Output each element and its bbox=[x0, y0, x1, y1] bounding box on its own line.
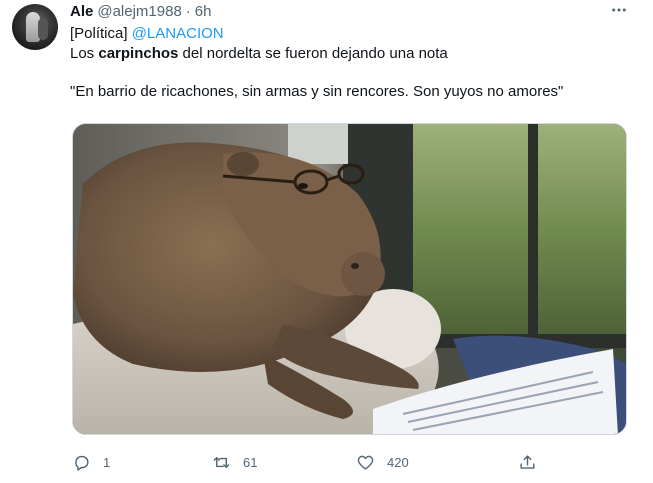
tweet-header: Ale @alejm1988 · 6h bbox=[70, 2, 211, 20]
tweet-line-2-bold: carpinchos bbox=[98, 45, 179, 62]
reply-icon bbox=[75, 455, 89, 471]
tweet-text: [Política] @LANACION Los carpinchos del … bbox=[70, 24, 630, 102]
tweet-tag: [Política] bbox=[70, 25, 132, 42]
like-button[interactable]: 420 bbox=[356, 450, 409, 474]
author-handle[interactable]: @alejm1988 bbox=[97, 3, 181, 20]
tweet-image[interactable] bbox=[72, 123, 627, 435]
tweet-line-2-post: del nordelta se fueron dejando una nota bbox=[178, 45, 448, 62]
like-count: 420 bbox=[387, 454, 409, 470]
capybara-photo bbox=[73, 124, 626, 434]
share-button[interactable] bbox=[518, 450, 549, 474]
separator-dot: · bbox=[185, 2, 191, 20]
like-icon bbox=[357, 455, 374, 470]
author-name[interactable]: Ale bbox=[70, 3, 93, 20]
tweet-time[interactable]: 6h bbox=[195, 3, 212, 20]
retweet-icon bbox=[213, 456, 230, 468]
share-icon bbox=[520, 454, 535, 469]
avatar[interactable] bbox=[12, 4, 58, 50]
reply-button[interactable]: 1 bbox=[72, 450, 110, 474]
tweet-line-1: [Política] @LANACION bbox=[70, 24, 630, 44]
retweet-count: 61 bbox=[243, 454, 258, 470]
tweet-line-3: "En barrio de ricachones, sin armas y si… bbox=[70, 83, 564, 100]
retweet-button[interactable]: 61 bbox=[212, 450, 257, 474]
tweet-actions: 1 61 420 bbox=[72, 450, 552, 474]
tweet[interactable]: Ale @alejm1988 · 6h [Política] @LANACION… bbox=[0, 0, 653, 483]
tweet-line-2: Los carpinchos del nordelta se fueron de… bbox=[70, 44, 630, 64]
mention-link[interactable]: @LANACION bbox=[132, 25, 224, 42]
more-options-icon[interactable] bbox=[608, 0, 630, 20]
tweet-line-2-pre: Los bbox=[70, 45, 99, 62]
reply-count: 1 bbox=[103, 454, 111, 470]
